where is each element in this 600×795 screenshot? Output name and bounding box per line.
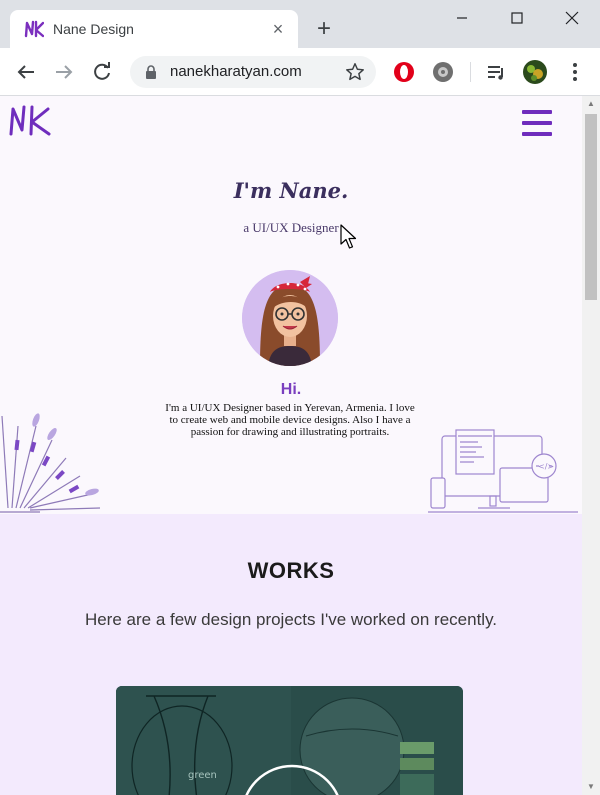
bio-text: I'm a UI/UX Designer based in Yerevan, A…: [165, 402, 415, 438]
portrait-illustration: [242, 270, 338, 366]
scroll-down-icon[interactable]: ▼: [582, 779, 600, 795]
devices-illustration: </>: [428, 429, 578, 513]
maximize-icon[interactable]: [505, 6, 529, 30]
scroll-thumb[interactable]: [585, 114, 597, 300]
reload-icon[interactable]: [90, 60, 114, 84]
profile-avatar-icon[interactable]: [522, 59, 548, 85]
forward-icon[interactable]: [52, 60, 76, 84]
svg-text:green: green: [188, 770, 217, 781]
star-icon[interactable]: [344, 61, 366, 83]
opera-extension-icon[interactable]: [391, 59, 417, 85]
lock-icon: [146, 65, 156, 79]
favicon-icon: [24, 20, 44, 38]
window-close-icon[interactable]: [560, 6, 584, 30]
hamburger-icon[interactable]: [522, 110, 552, 144]
minimize-icon[interactable]: [450, 6, 474, 30]
tab-strip: Nane Design × +: [0, 0, 600, 48]
works-section: WORKS Here are a few design projects I'v…: [0, 514, 582, 795]
hamburger-line: [522, 132, 552, 136]
close-icon[interactable]: ×: [268, 19, 288, 39]
hero-subtitle: a UI/UX Designer: [243, 220, 339, 235]
media-control-icon[interactable]: [483, 59, 509, 85]
svg-text:</>: </>: [538, 462, 554, 471]
works-description: Here are a few design projects I've work…: [84, 610, 498, 629]
browser-chrome: Nane Design × + nanekharatyan.com: [0, 0, 600, 96]
hamburger-line: [522, 121, 552, 125]
hero-title: I'm Nane.: [233, 178, 349, 203]
project-card[interactable]: green: [116, 686, 463, 795]
works-title: WORKS: [247, 558, 335, 583]
site-logo[interactable]: [8, 104, 52, 136]
browser-tab[interactable]: Nane Design ×: [10, 10, 298, 48]
project-thumbnail: green: [116, 686, 463, 795]
toolbar-separator: [470, 62, 471, 82]
tab-title: Nane Design: [53, 21, 134, 37]
browser-toolbar: nanekharatyan.com: [0, 48, 600, 96]
avatar: [242, 270, 338, 366]
url-text: nanekharatyan.com: [170, 63, 302, 80]
hero-section: I'm Nane. a UI/UX Designer Hi. I'm a UI/…: [0, 96, 582, 514]
hamburger-line: [522, 110, 552, 114]
scrollbar[interactable]: ▲ ▼: [582, 96, 600, 795]
scroll-up-icon[interactable]: ▲: [582, 96, 600, 112]
address-bar[interactable]: nanekharatyan.com: [130, 56, 376, 88]
plus-icon[interactable]: +: [312, 17, 336, 42]
page-viewport: I'm Nane. a UI/UX Designer Hi. I'm a UI/…: [0, 96, 582, 795]
gear-extension-icon[interactable]: [430, 59, 456, 85]
back-icon[interactable]: [14, 60, 38, 84]
cursor-icon: [340, 224, 357, 249]
menu-icon[interactable]: [562, 59, 588, 85]
brushes-illustration: [0, 413, 101, 513]
